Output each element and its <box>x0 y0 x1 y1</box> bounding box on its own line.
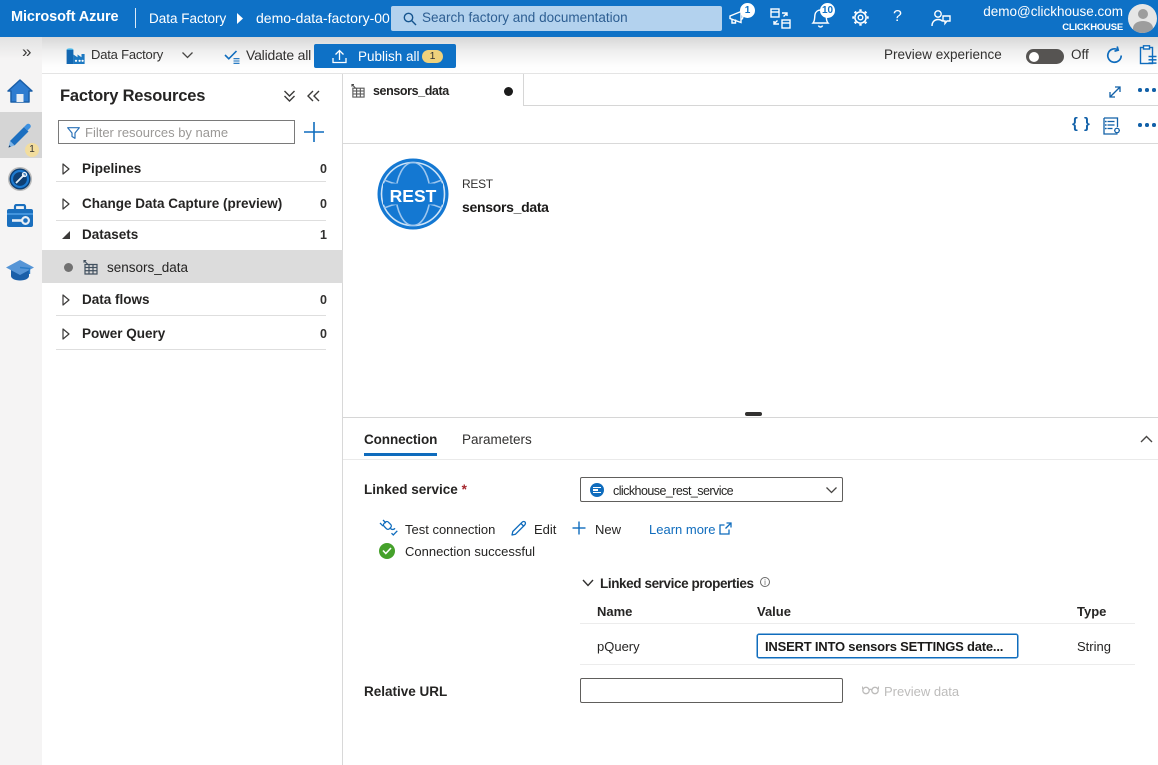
svg-text:REST: REST <box>390 186 437 206</box>
